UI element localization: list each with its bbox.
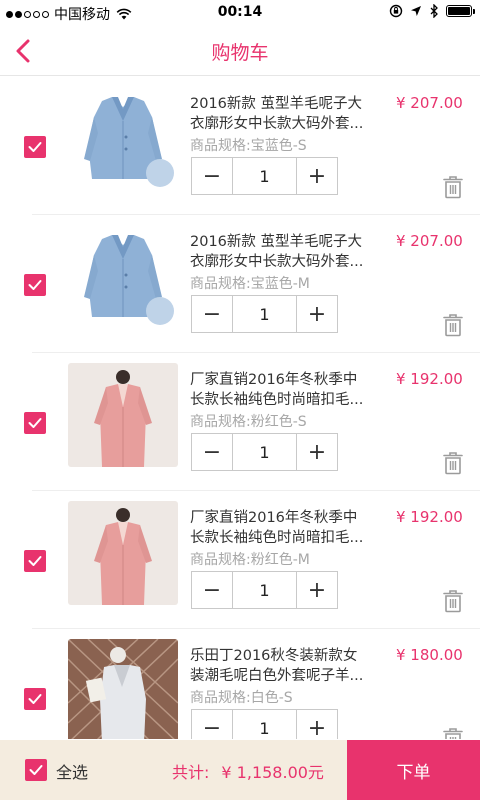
checkmark-icon [28, 418, 42, 428]
cart-item: 2016新款 茧型羊毛呢子大 衣廓形女中长款大码外套... 商品规格:宝蓝色-M… [24, 215, 480, 353]
product-title-line: 长款长袖纯色时尚暗扣毛... [190, 392, 364, 408]
quantity-value[interactable]: 1 [232, 434, 297, 470]
product-spec: 商品规格:粉红色-M [190, 552, 310, 568]
battery-icon [446, 5, 475, 17]
product-title[interactable]: 2016新款 茧型羊毛呢子大 衣廓形女中长款大码外套... [190, 94, 382, 134]
quantity-stepper: − 1 + [191, 571, 338, 609]
product-price: ¥ 192.00 [396, 508, 463, 526]
trash-icon[interactable] [442, 727, 464, 739]
page-title: 购物车 [211, 42, 269, 64]
trash-icon[interactable] [442, 589, 464, 613]
checkmark-icon [28, 694, 42, 704]
increase-quantity-button[interactable]: + [297, 710, 337, 740]
increase-quantity-button[interactable]: + [297, 572, 337, 608]
decrease-quantity-button[interactable]: − [192, 296, 232, 332]
product-image[interactable] [68, 501, 178, 605]
bluetooth-icon [430, 4, 438, 18]
product-title[interactable]: 厂家直销2016年冬秋季中 长款长袖纯色时尚暗扣毛... [190, 508, 382, 548]
item-checkbox[interactable] [24, 688, 46, 710]
product-spec: 商品规格:粉红色-S [190, 414, 307, 430]
product-title-line: 衣廓形女中长款大码外套... [190, 254, 364, 270]
product-title-line: 装潮毛呢白色外套呢子羊... [190, 668, 364, 684]
cart-item: 厂家直销2016年冬秋季中 长款长袖纯色时尚暗扣毛... 商品规格:粉红色-S … [24, 353, 480, 491]
rotation-lock-icon [389, 4, 403, 18]
item-checkbox[interactable] [24, 274, 46, 296]
product-title-line: 长款长袖纯色时尚暗扣毛... [190, 530, 364, 546]
product-price: ¥ 192.00 [396, 370, 463, 388]
item-checkbox[interactable] [24, 412, 46, 434]
product-title-line: 乐田丁2016秋冬装新款女 [190, 648, 358, 664]
decrease-quantity-button[interactable]: − [192, 572, 232, 608]
checkmark-icon [29, 765, 43, 775]
product-title[interactable]: 乐田丁2016秋冬装新款女 装潮毛呢白色外套呢子羊... [190, 646, 382, 686]
quantity-value[interactable]: 1 [232, 158, 297, 194]
status-bar: 中国移动 00:14 [0, 0, 480, 26]
status-right [389, 4, 475, 18]
checkmark-icon [28, 556, 42, 566]
product-price: ¥ 180.00 [396, 646, 463, 664]
cart-footer: 全选 共计: ¥ 1,158.00元 下单 [0, 740, 480, 800]
increase-quantity-button[interactable]: + [297, 434, 337, 470]
cart-item: 厂家直销2016年冬秋季中 长款长袖纯色时尚暗扣毛... 商品规格:粉红色-M … [24, 491, 480, 629]
quantity-value[interactable]: 1 [232, 710, 297, 739]
product-title[interactable]: 厂家直销2016年冬秋季中 长款长袖纯色时尚暗扣毛... [190, 370, 382, 410]
checkmark-icon [28, 280, 42, 290]
select-all-checkbox[interactable] [25, 759, 47, 781]
cart-total: 共计: ¥ 1,158.00元 [172, 759, 324, 783]
checkout-button[interactable]: 下单 [347, 740, 480, 800]
product-price: ¥ 207.00 [396, 232, 463, 250]
product-spec: 商品规格:宝蓝色-M [190, 276, 310, 292]
quantity-stepper: − 1 + [191, 433, 338, 471]
quantity-stepper: − 1 + [191, 709, 338, 739]
product-image[interactable] [68, 87, 178, 191]
item-checkbox[interactable] [24, 136, 46, 158]
quantity-value[interactable]: 1 [232, 296, 297, 332]
cart-item: 2016新款 茧型羊毛呢子大 衣廓形女中长款大码外套... 商品规格:宝蓝色-S… [24, 77, 480, 215]
select-all-label: 全选 [56, 763, 89, 782]
item-checkbox[interactable] [24, 550, 46, 572]
quantity-stepper: − 1 + [191, 157, 338, 195]
trash-icon[interactable] [442, 313, 464, 337]
cart-list: 2016新款 茧型羊毛呢子大 衣廓形女中长款大码外套... 商品规格:宝蓝色-S… [0, 77, 480, 739]
product-title-line: 2016新款 茧型羊毛呢子大 [190, 234, 363, 250]
product-image[interactable] [68, 639, 178, 739]
nav-bar: 购物车 [0, 26, 480, 76]
cart-item: 乐田丁2016秋冬装新款女 装潮毛呢白色外套呢子羊... 商品规格:白色-S ¥… [24, 629, 480, 739]
decrease-quantity-button[interactable]: − [192, 710, 232, 740]
decrease-quantity-button[interactable]: − [192, 434, 232, 470]
total-label: 共计: [172, 763, 210, 782]
product-image[interactable] [68, 363, 178, 467]
quantity-value[interactable]: 1 [232, 572, 297, 608]
product-title[interactable]: 2016新款 茧型羊毛呢子大 衣廓形女中长款大码外套... [190, 232, 382, 272]
product-title-line: 厂家直销2016年冬秋季中 [190, 510, 358, 526]
decrease-quantity-button[interactable]: − [192, 158, 232, 194]
product-title-line: 衣廓形女中长款大码外套... [190, 116, 364, 132]
product-price: ¥ 207.00 [396, 94, 463, 112]
increase-quantity-button[interactable]: + [297, 158, 337, 194]
quantity-stepper: − 1 + [191, 295, 338, 333]
product-title-line: 2016新款 茧型羊毛呢子大 [190, 96, 363, 112]
checkmark-icon [28, 142, 42, 152]
product-title-line: 厂家直销2016年冬秋季中 [190, 372, 358, 388]
location-icon [411, 6, 421, 16]
trash-icon[interactable] [442, 451, 464, 475]
product-spec: 商品规格:白色-S [190, 690, 293, 706]
trash-icon[interactable] [442, 175, 464, 199]
total-value: ¥ 1,158.00元 [221, 763, 324, 782]
product-spec: 商品规格:宝蓝色-S [190, 138, 307, 154]
product-image[interactable] [68, 225, 178, 329]
increase-quantity-button[interactable]: + [297, 296, 337, 332]
